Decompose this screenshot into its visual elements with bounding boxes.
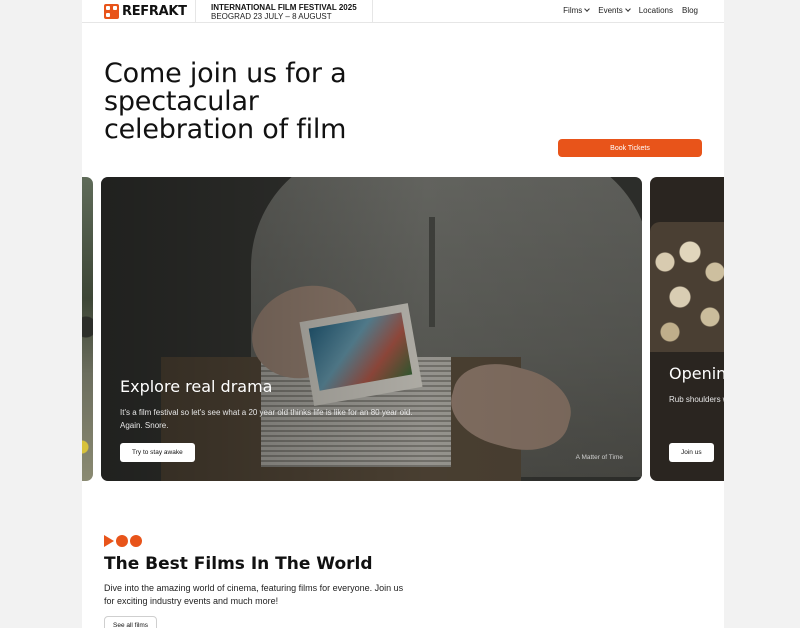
card-image: [650, 222, 724, 352]
card-title: Opening: [669, 364, 724, 383]
circle-icon: [130, 535, 142, 547]
carousel-card-previous[interactable]: [82, 177, 93, 481]
festival-dates: BEOGRAD 23 JULY – 8 AUGUST: [211, 12, 332, 21]
logo[interactable]: REFRAKT: [104, 4, 187, 19]
nav-item-blog[interactable]: Blog: [682, 6, 698, 15]
card-description: Rub shoulders with illicit substances ab…: [669, 395, 724, 404]
main-nav: Films Events Locations Blog: [563, 6, 698, 15]
page: REFRAKT INTERNATIONAL FILM FESTIVAL 2025…: [82, 0, 724, 628]
card-caption: A Matter of Time: [575, 454, 623, 461]
logo-text: REFRAKT: [122, 4, 187, 19]
carousel-card-next[interactable]: Opening Rub shoulders with illicit subst…: [650, 177, 724, 481]
card-description: It's a film festival so let's see what a…: [120, 408, 413, 430]
festival-title: INTERNATIONAL FILM FESTIVAL 2025: [211, 3, 357, 12]
nav-label: Films: [563, 6, 583, 15]
circle-icon: [116, 535, 128, 547]
nav-item-locations[interactable]: Locations: [639, 6, 673, 15]
nav-item-events[interactable]: Events: [598, 6, 631, 15]
chevron-down-icon: [584, 6, 591, 12]
decoration: [104, 535, 142, 547]
play-triangle-icon: [104, 535, 114, 547]
chevron-down-icon: [624, 6, 631, 12]
nav-label: Events: [598, 6, 623, 15]
card-image: [82, 177, 93, 481]
refrakt-logo-icon: [104, 4, 119, 19]
try-to-stay-awake-button[interactable]: Try to stay awake: [120, 443, 195, 462]
book-tickets-button[interactable]: Book Tickets: [558, 139, 702, 157]
section-title: The Best Films In The World: [104, 554, 373, 574]
top-bar: REFRAKT INTERNATIONAL FILM FESTIVAL 2025…: [82, 0, 724, 23]
card-title: Explore real drama: [120, 377, 273, 396]
festival-info: INTERNATIONAL FILM FESTIVAL 2025 BEOGRAD…: [195, 0, 373, 23]
see-all-films-button[interactable]: See all films: [104, 616, 158, 628]
hero-title: Come join us for a spectacular celebrati…: [104, 58, 347, 145]
card-image: [101, 177, 642, 481]
section-description: Dive into the amazing world of cinema, f…: [104, 583, 404, 606]
nav-item-films[interactable]: Films: [563, 6, 591, 15]
carousel-card-main[interactable]: Explore real drama It's a film festival …: [101, 177, 642, 481]
join-us-button[interactable]: Join us: [669, 443, 714, 462]
